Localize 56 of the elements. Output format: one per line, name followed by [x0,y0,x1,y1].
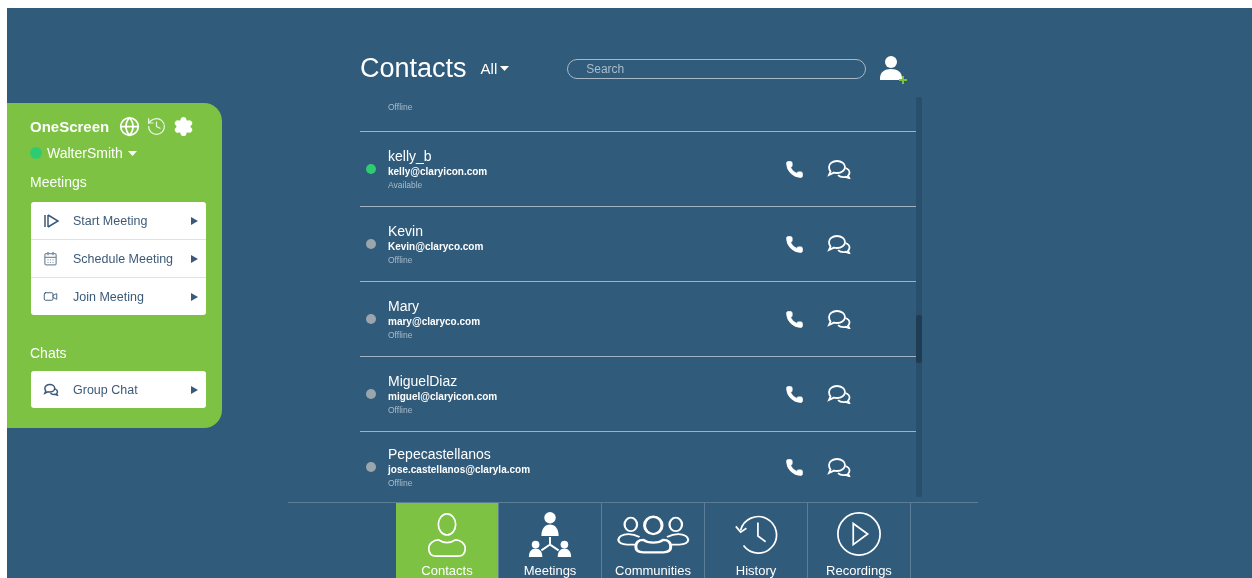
add-user-icon[interactable] [878,53,909,84]
contact-name: MiguelDiaz [388,373,459,389]
menu-item[interactable]: Join Meeting [31,277,206,315]
filter-dropdown[interactable]: All [480,60,510,77]
contact-status: Available [388,180,424,190]
chat-icon [43,383,59,396]
contact-status: Offline [388,102,414,112]
calendar-icon [43,251,58,266]
menu-item[interactable]: Group Chat [31,371,206,408]
page-title: Contacts [360,53,467,84]
contact-status: Offline [388,405,414,415]
arrow-icon [191,385,198,394]
phone-icon[interactable] [785,159,804,179]
nav-tab[interactable]: Recordings [808,503,911,578]
search-field[interactable]: Search [567,58,867,79]
phone-icon[interactable] [785,234,804,254]
scrollbar[interactable] [916,97,922,497]
chat-icon[interactable] [826,457,852,477]
contact-email: jose.castellanos@claryla.com [388,464,532,475]
arrow-icon [191,254,198,263]
play-icon [43,213,60,228]
phone-icon[interactable] [785,457,804,477]
contact-status: Offline [388,255,414,265]
arrow-icon [191,292,198,301]
nav-tab[interactable]: History [705,503,808,578]
app-name: OneScreen [30,117,110,135]
contact-status: Offline [388,330,414,340]
section-title: Chats [30,345,68,361]
contact-name: Kevin [388,223,425,239]
contact-row[interactable]: Kevin Kevin@claryco.com Offline [360,207,916,282]
section-title: Meetings [30,174,88,190]
contact-email: mary@claryco.com [388,316,482,327]
contact-email: Kevin@claryco.com [388,241,485,252]
contact-name: Pepecastellanos [388,446,492,462]
contact-email: miguel@claryicon.com [388,391,499,402]
contact-row[interactable]: kelly_b kelly@claryicon.com Available [360,132,916,207]
contact-email: kelly@claryicon.com [388,166,489,177]
phone-icon[interactable] [785,309,804,329]
chat-icon[interactable] [826,159,852,179]
caret-icon[interactable] [500,66,510,71]
contact-row[interactable]: Mary mary@claryco.com Offline [360,282,916,357]
contact-name: kelly_b [388,148,433,164]
menu-item[interactable]: Start Meeting [31,202,206,239]
chat-icon[interactable] [826,309,852,329]
camera-icon [43,289,58,304]
contact-status: Offline [388,478,414,488]
arrow-icon [191,216,198,225]
contact-row[interactable]: Pepecastellanos jose.castellanos@claryla.com Offline [360,432,916,502]
contact-row[interactable]: MiguelDiaz miguel@claryicon.com Offline [360,357,916,432]
phone-icon[interactable] [785,384,804,404]
nav-tab[interactable]: Meetings [499,503,602,578]
chat-icon[interactable] [826,234,852,254]
chat-icon[interactable] [826,384,852,404]
contact-name: Mary [388,298,421,314]
nav-tab[interactable]: Communities [602,503,705,578]
menu-item[interactable]: Schedule Meeting [31,239,206,277]
